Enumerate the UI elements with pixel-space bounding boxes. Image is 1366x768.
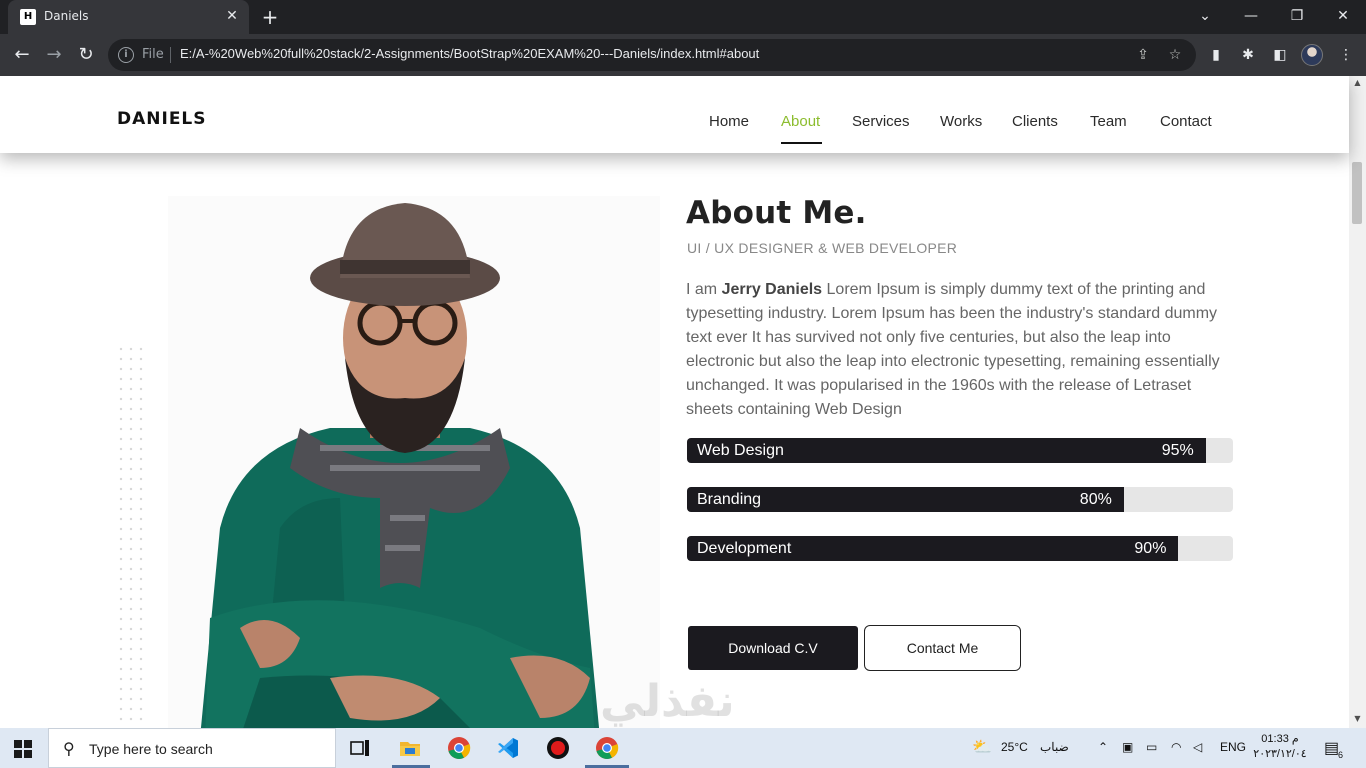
clock-time: 01:33 م xyxy=(1261,733,1299,745)
windows-start-icon[interactable] xyxy=(14,740,32,758)
watermark-logo: نفذلي xyxy=(600,676,735,727)
notification-icon[interactable]: ▤ xyxy=(1324,738,1339,758)
browser-tab-strip: H Daniels ✕ + ⌄ — ❐ ✕ xyxy=(0,0,1366,34)
intro-prefix: I am xyxy=(686,281,722,298)
wifi-icon[interactable]: ◠ xyxy=(1171,740,1181,754)
about-description: I am Jerry Daniels Lorem Ipsum is simply… xyxy=(686,278,1238,422)
file-explorer-icon[interactable] xyxy=(398,736,422,760)
scrollbar-thumb[interactable] xyxy=(1352,162,1362,224)
url-text[interactable]: E:/A-%20Web%20full%20stack/2-Assignments… xyxy=(180,46,759,61)
contact-me-button[interactable]: Contact Me xyxy=(864,625,1021,671)
share-icon[interactable]: ⇪ xyxy=(1133,45,1153,65)
nav-team[interactable]: Team xyxy=(1090,113,1127,130)
clock[interactable]: 01:33 م ٢٠٢٣/١٢/٠٤ xyxy=(1252,732,1308,762)
skill-name: Branding xyxy=(697,491,762,508)
nav-about[interactable]: About xyxy=(781,113,820,130)
dot-pattern xyxy=(116,344,148,724)
back-button[interactable]: ← xyxy=(10,43,34,67)
search-placeholder: Type here to search xyxy=(89,741,213,757)
side-panel-icon[interactable]: ◧ xyxy=(1269,44,1291,66)
skill-bar-web-design: Web Design 95% xyxy=(687,438,1233,463)
browser-toolbar: ← → ↻ i File E:/A-%20Web%20full%20stack/… xyxy=(0,34,1366,76)
weather-temp[interactable]: 25°C xyxy=(1001,740,1028,754)
search-icon: ⚲ xyxy=(63,739,75,758)
os-taskbar: ⚲ Type here to search ⛅ 25°C ضباب ⌃ ▣ ▭ … xyxy=(0,728,1366,768)
scroll-up-arrow-icon[interactable]: ▲ xyxy=(1349,76,1366,90)
weather-icon[interactable]: ⛅ xyxy=(972,737,992,757)
site-navbar: DANIELS Home About Services Works Client… xyxy=(0,76,1349,153)
skill-percent: 80% xyxy=(1079,491,1112,508)
tray-chevron-icon[interactable]: ⌃ xyxy=(1098,740,1108,754)
new-tab-button[interactable]: + xyxy=(259,6,281,28)
task-view-icon[interactable] xyxy=(348,736,372,760)
skill-bar-branding: Branding 80% xyxy=(687,487,1233,512)
chrome-icon[interactable] xyxy=(447,736,471,760)
recorder-icon[interactable] xyxy=(546,736,570,760)
profile-photo xyxy=(200,203,600,728)
address-bar[interactable]: i File E:/A-%20Web%20full%20stack/2-Assi… xyxy=(108,39,1196,71)
volume-icon[interactable]: ◁ xyxy=(1193,740,1202,754)
clock-date: ٢٠٢٣/١٢/٠٤ xyxy=(1253,748,1307,760)
weather-desc[interactable]: ضباب xyxy=(1040,740,1069,754)
extension-doc-icon[interactable]: ▮ xyxy=(1205,44,1227,66)
divider xyxy=(170,47,171,63)
skill-name: Development xyxy=(697,540,792,557)
tab-title: Daniels xyxy=(44,9,89,23)
active-nav-underline xyxy=(781,142,822,144)
battery-icon[interactable]: ▭ xyxy=(1146,740,1157,754)
skill-bar-development: Development 90% xyxy=(687,536,1233,561)
bookmark-star-icon[interactable]: ☆ xyxy=(1165,45,1185,65)
nav-clients[interactable]: Clients xyxy=(1012,113,1058,130)
minimize-button[interactable]: — xyxy=(1236,4,1266,28)
notification-count: 6 xyxy=(1338,750,1344,760)
browser-tab[interactable]: H Daniels ✕ xyxy=(8,0,249,34)
nav-services[interactable]: Services xyxy=(852,113,910,130)
nav-works[interactable]: Works xyxy=(940,113,982,130)
site-info-icon[interactable]: i xyxy=(118,47,134,63)
scroll-down-arrow-icon[interactable]: ▼ xyxy=(1349,712,1366,726)
site-brand[interactable]: DANIELS xyxy=(117,109,207,129)
vscode-icon[interactable] xyxy=(496,736,520,760)
description-text: Lorem Ipsum is simply dummy text of the … xyxy=(686,281,1220,418)
download-cv-button[interactable]: Download C.V xyxy=(688,626,858,670)
person-name: Jerry Daniels xyxy=(721,281,823,298)
nav-home[interactable]: Home xyxy=(709,113,749,130)
skill-name: Web Design xyxy=(697,442,784,459)
favicon-icon: H xyxy=(20,9,36,25)
skill-percent: 90% xyxy=(1134,540,1167,557)
about-subtitle: UI / UX DESIGNER & WEB DEVELOPER xyxy=(687,240,958,256)
profile-avatar[interactable] xyxy=(1301,44,1323,66)
restore-button[interactable]: ❐ xyxy=(1282,4,1312,28)
reload-button[interactable]: ↻ xyxy=(74,43,98,67)
page-viewport: DANIELS Home About Services Works Client… xyxy=(0,76,1366,728)
skill-percent: 95% xyxy=(1161,442,1194,459)
url-scheme: File xyxy=(142,47,164,62)
nav-contact[interactable]: Contact xyxy=(1160,113,1212,130)
language-indicator[interactable]: ENG xyxy=(1220,740,1246,754)
taskbar-search-box[interactable]: ⚲ Type here to search xyxy=(48,728,336,768)
window-close-button[interactable]: ✕ xyxy=(1328,4,1358,28)
about-title: About Me. xyxy=(686,195,867,231)
menu-kebab-icon[interactable]: ⋮ xyxy=(1335,44,1357,66)
meet-icon[interactable]: ▣ xyxy=(1122,740,1133,754)
tab-search-chevron-icon[interactable]: ⌄ xyxy=(1190,4,1220,28)
forward-button[interactable]: → xyxy=(42,43,66,67)
extensions-puzzle-icon[interactable]: ✱ xyxy=(1237,44,1259,66)
chrome-active-icon[interactable] xyxy=(595,736,619,760)
tab-close-icon[interactable]: ✕ xyxy=(223,7,241,25)
